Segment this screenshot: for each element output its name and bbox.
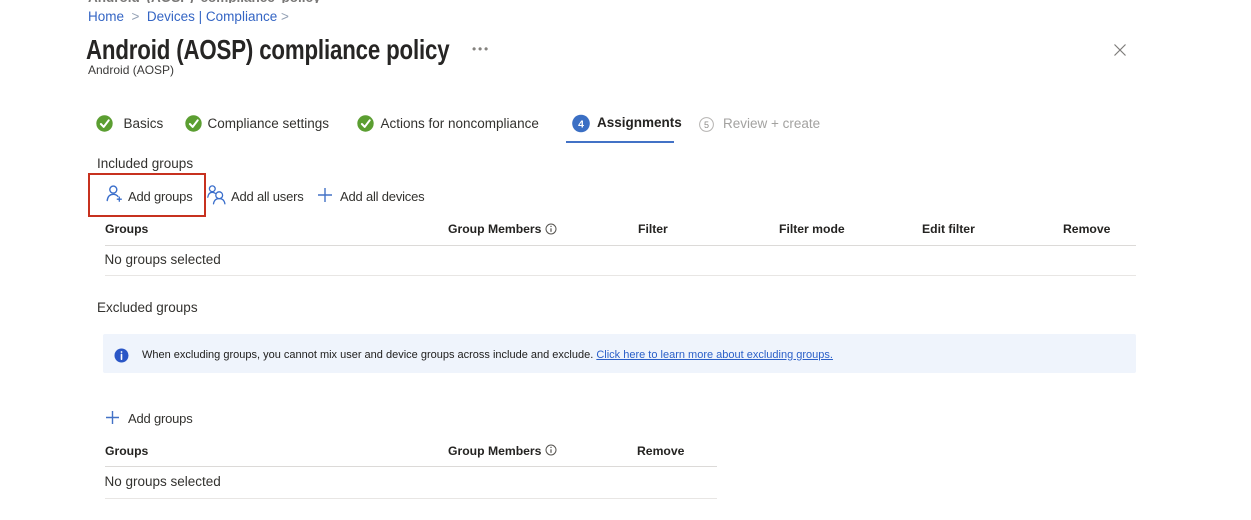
svg-text:5: 5 [704,119,709,129]
svg-text:4: 4 [578,118,584,130]
